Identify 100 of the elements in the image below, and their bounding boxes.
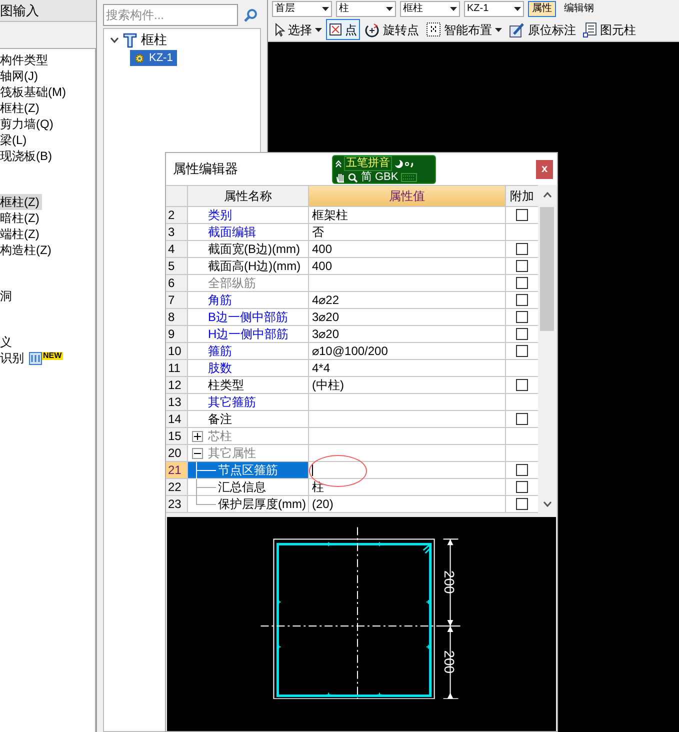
- toolbar-button[interactable]: 编辑钢: [560, 1, 598, 17]
- caret-icon: [450, 7, 457, 11]
- list-item[interactable]: 框柱(Z): [0, 194, 42, 210]
- property-name: 汇总信息: [218, 479, 266, 495]
- row-number: 14: [166, 411, 188, 427]
- property-name: 截面宽(B边)(mm): [208, 241, 300, 257]
- new-badge: NEW: [42, 352, 63, 360]
- value-cell[interactable]: 400: [309, 258, 506, 274]
- checkbox[interactable]: [516, 311, 528, 323]
- moon-icon[interactable]: [394, 159, 403, 168]
- gear-icon: [134, 52, 145, 64]
- scroll-up-icon[interactable]: [542, 192, 552, 198]
- checkbox[interactable]: [516, 328, 528, 340]
- dimension-label: 200: [441, 570, 458, 594]
- tool-button[interactable]: 旋转点: [361, 19, 422, 40]
- text-cursor: [312, 464, 313, 476]
- checkbox[interactable]: [516, 294, 528, 306]
- property-name: 肢数: [208, 360, 232, 376]
- value-cell[interactable]: [309, 462, 506, 478]
- caret-icon: [514, 7, 521, 11]
- tool-button[interactable]: 原位标注: [506, 19, 579, 40]
- property-name: H边一侧中部筋: [208, 326, 289, 342]
- row-number: 7: [166, 292, 188, 308]
- row-number: 6: [166, 275, 188, 291]
- checkbox[interactable]: [516, 379, 528, 391]
- scroll-down-icon[interactable]: [542, 501, 552, 507]
- checkbox[interactable]: [516, 243, 528, 255]
- checkbox[interactable]: [516, 413, 528, 425]
- punctuation-icon[interactable]: [405, 160, 415, 168]
- property-name: 全部纵筋: [208, 275, 256, 291]
- checkbox[interactable]: [516, 345, 528, 357]
- checkbox[interactable]: [516, 464, 528, 476]
- expand-toggle[interactable]: [192, 430, 203, 442]
- scrollbar-thumb[interactable]: [540, 207, 554, 331]
- row-number: 20: [166, 445, 188, 461]
- value-cell[interactable]: 4*4: [309, 360, 506, 376]
- tool-button[interactable]: 选择: [272, 19, 325, 40]
- value-cell[interactable]: 否: [309, 224, 506, 240]
- panel-header: 图输入: [0, 0, 96, 22]
- double-chevron-icon[interactable]: [335, 160, 342, 168]
- value-cell[interactable]: 3⌀20: [309, 309, 506, 325]
- row-number: 13: [166, 394, 188, 410]
- row-number: 10: [166, 343, 188, 359]
- value-cell[interactable]: [309, 428, 506, 444]
- property-name: 其它属性: [208, 445, 256, 461]
- dimension-label: 200: [441, 650, 458, 674]
- toolbar-button[interactable]: 属性: [528, 1, 556, 17]
- close-button[interactable]: x: [536, 160, 553, 178]
- column-header[interactable]: 属性值: [309, 186, 506, 206]
- tree-node[interactable]: KZ-1: [130, 50, 177, 66]
- tool-button[interactable]: 智能布置: [423, 19, 505, 40]
- hand-icon[interactable]: [336, 172, 345, 182]
- row-number: 4: [166, 241, 188, 257]
- value-cell[interactable]: (中柱): [309, 377, 506, 393]
- value-cell[interactable]: (20): [309, 496, 506, 512]
- value-cell[interactable]: 400: [309, 241, 506, 257]
- checkbox[interactable]: [516, 277, 528, 289]
- property-name: 箍筋: [208, 343, 232, 359]
- chevron-down-icon[interactable]: [110, 37, 119, 43]
- value-cell[interactable]: 框架柱: [309, 207, 506, 223]
- caret-icon: [322, 7, 329, 11]
- pencil-table-icon: [509, 22, 525, 38]
- checkbox[interactable]: [516, 260, 528, 272]
- caret-icon: [386, 7, 393, 11]
- search-field[interactable]: 搜索构件...: [103, 4, 238, 26]
- collapse-toggle[interactable]: [192, 448, 203, 458]
- dropdown[interactable]: 首层: [272, 1, 332, 17]
- row-number: 23: [166, 496, 188, 512]
- search-icon[interactable]: [348, 172, 358, 182]
- checkbox[interactable]: [516, 498, 528, 510]
- value-cell[interactable]: [309, 411, 506, 427]
- value-cell[interactable]: [309, 394, 506, 410]
- columns-icon: [29, 352, 42, 364]
- value-cell[interactable]: 4⌀22: [309, 292, 506, 308]
- encoding-label[interactable]: GBK: [375, 171, 398, 184]
- row-number: 9: [166, 326, 188, 342]
- tool-button[interactable]: 点: [326, 19, 360, 40]
- value-cell[interactable]: ⌀10@100/200: [309, 343, 506, 359]
- row-number: 12: [166, 377, 188, 393]
- dropdown[interactable]: KZ-1: [464, 1, 524, 17]
- dotted-grid-icon: [426, 22, 441, 37]
- property-name: 柱类型: [208, 377, 244, 393]
- charset-label[interactable]: 简: [361, 171, 372, 184]
- input-mode[interactable]: 五笔拼音: [344, 156, 392, 171]
- row-number: 15: [166, 428, 188, 444]
- tool-button[interactable]: 图元柱: [580, 19, 639, 40]
- value-cell[interactable]: [309, 275, 506, 291]
- rotate-icon: [364, 22, 380, 38]
- value-cell[interactable]: 柱: [309, 479, 506, 495]
- dropdown[interactable]: 柱: [336, 1, 396, 17]
- pointer-icon: [275, 22, 285, 36]
- row-number: 8: [166, 309, 188, 325]
- checkbox[interactable]: [516, 481, 528, 493]
- property-name: 其它箍筋: [208, 394, 256, 410]
- value-cell[interactable]: [309, 445, 506, 461]
- checkbox[interactable]: [516, 209, 528, 221]
- property-name: 保护层厚度(mm): [218, 496, 306, 512]
- tree-node[interactable]: 框柱: [141, 30, 167, 50]
- value-cell[interactable]: 3⌀20: [309, 326, 506, 342]
- dropdown[interactable]: 框柱: [400, 1, 460, 17]
